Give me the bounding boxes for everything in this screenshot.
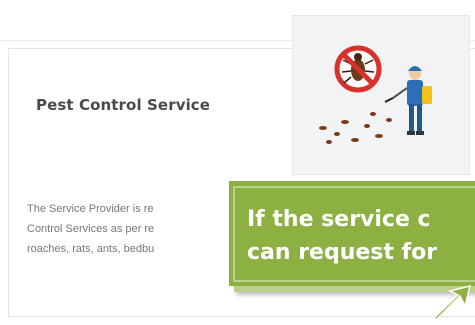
dead-bugs: [319, 112, 392, 144]
callout-line: can request for: [247, 240, 438, 265]
no-bug-icon: [334, 45, 382, 93]
service-card-title: Pest Control Service: [36, 96, 211, 114]
tooltip-callout-text: If the service c can request for: [247, 203, 475, 269]
exterminator-spraying-icon: [384, 66, 432, 135]
callout-pointer-arrow: [432, 284, 472, 322]
callout-line: If the service c: [247, 207, 431, 232]
pest-control-illustration: [292, 15, 470, 175]
